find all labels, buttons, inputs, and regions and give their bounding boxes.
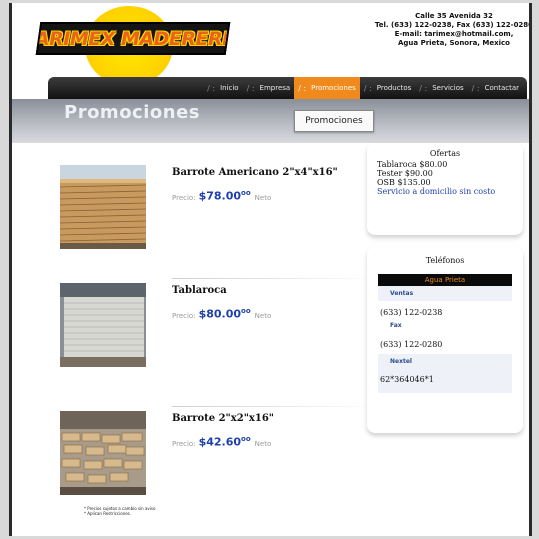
nav-label: Inicio <box>220 84 239 92</box>
price-suffix: Neto <box>254 193 272 202</box>
nav-separator-icon: / : <box>363 83 372 93</box>
contact-email: E-mail: tarimex@hotmail.com, <box>394 30 514 38</box>
price-value: $42.60oo <box>199 435 251 449</box>
price-value: $78.00oo <box>199 189 251 203</box>
nav-separator-icon: / : <box>207 83 216 93</box>
contact-city: Agua Prieta, Sonora, Mexico <box>398 39 510 47</box>
price-cents: oo <box>241 189 251 197</box>
divider <box>172 406 378 407</box>
nav-separator-icon: / : <box>471 83 480 93</box>
page-frame: TARIMEX MADERERIA Calle 35 Avenida 32 Te… <box>9 3 532 536</box>
nav-item-promociones[interactable]: / : Promociones <box>294 77 360 99</box>
telefonos-title: Teléfonos <box>425 256 465 265</box>
oferta-item: OSB $135.00 <box>377 178 431 187</box>
nav-label: Servicios <box>432 84 464 92</box>
logo-text: TARIMEX MADERERIA <box>35 27 231 50</box>
nav-item-empresa[interactable]: / : Empresa <box>243 77 295 99</box>
nav-item-productos[interactable]: / : Productos <box>360 77 415 99</box>
servicio-link[interactable]: Servicio a domicilio sin costo <box>377 187 523 196</box>
note-line: * Aplican Restricciones. <box>84 511 132 516</box>
tel-entry-nextel: Nextel 62*364046*1 <box>378 354 512 393</box>
price-amount: $42.60 <box>198 435 242 449</box>
price-label: Precio: <box>172 311 196 320</box>
nav-separator-icon: / : <box>246 83 255 93</box>
nav-separator-icon: / : <box>419 83 428 93</box>
contact-phone: Tel. (633) 122-0238, Fax (633) 122-0280 <box>374 21 532 29</box>
tel-label: Ventas <box>390 290 414 297</box>
ofertas-title: Ofertas <box>429 149 461 158</box>
tel-entry-fax: Fax (633) 122-0280 <box>378 322 512 354</box>
product-price: Precio: $80.00oo Neto <box>172 307 271 321</box>
product-name[interactable]: Barrote Americano 2"x4"x16" <box>172 167 338 178</box>
ofertas-box: Ofertas Tablaroca $80.00 Tester $90.00 O… <box>367 143 523 235</box>
promociones-tab[interactable]: Promociones <box>294 110 374 132</box>
tel-number[interactable]: (633) 122-0280 <box>378 333 512 354</box>
logo[interactable]: TARIMEX MADERERIA <box>35 22 231 55</box>
price-amount: $78.00 <box>198 189 242 203</box>
contact-address: Calle 35 Avenida 32 <box>415 12 493 20</box>
ofertas-list: Tablaroca $80.00 Tester $90.00 OSB $135.… <box>367 160 523 196</box>
price-cents: oo <box>241 435 251 443</box>
tel-label: Nextel <box>390 358 412 365</box>
nav-item-inicio[interactable]: / : Inicio <box>203 77 242 99</box>
page-title: Promociones <box>64 102 200 123</box>
price-amount: $80.00 <box>198 307 242 321</box>
divider <box>172 278 378 279</box>
tel-number[interactable]: 62*364046*1 <box>378 365 512 393</box>
region-header: Agua Prieta <box>378 274 512 286</box>
product-price: Precio: $42.60oo Neto <box>172 435 271 449</box>
oferta-item: Tablaroca $80.00 <box>377 160 448 169</box>
price-label: Precio: <box>172 439 196 448</box>
price-suffix: Neto <box>254 439 272 448</box>
nav-label: Promociones <box>311 84 356 92</box>
oferta-item: Tester $90.00 <box>377 169 433 178</box>
product-price: Precio: $78.00oo Neto <box>172 189 271 203</box>
price-suffix: Neto <box>254 311 272 320</box>
product-name[interactable]: Barrote 2"x2"x16" <box>172 413 274 424</box>
product-name[interactable]: Tablaroca <box>172 285 227 296</box>
price-cents: oo <box>241 307 251 315</box>
nav-label: Contactar <box>484 84 519 92</box>
main-nav: / : Inicio / : Empresa / : Promociones / : P… <box>48 77 527 99</box>
nav-item-servicios[interactable]: / : Servicios <box>415 77 467 99</box>
tel-label: Fax <box>390 322 402 329</box>
nav-item-contactar[interactable]: / : Contactar <box>468 77 523 99</box>
nav-label: Empresa <box>259 84 291 92</box>
tel-number[interactable]: (633) 122-0238 <box>378 301 512 322</box>
product-image-drywall[interactable] <box>60 283 146 367</box>
product-image-lumber-stack[interactable] <box>60 165 146 249</box>
product-image-boards[interactable] <box>60 411 146 495</box>
nav-label: Productos <box>376 84 412 92</box>
contact-info: Calle 35 Avenida 32 Tel. (633) 122-0238,… <box>374 12 532 48</box>
nav-separator-icon: / : <box>298 83 307 93</box>
tel-entry-ventas: Ventas (633) 122-0238 <box>378 286 512 322</box>
telefonos-box: Teléfonos Agua Prieta Ventas (633) 122-0… <box>367 247 523 433</box>
price-notes: * Precios sujetos a cambio sin aviso * A… <box>84 506 155 516</box>
header: TARIMEX MADERERIA Calle 35 Avenida 32 Te… <box>12 3 532 86</box>
price-label: Precio: <box>172 193 196 202</box>
price-value: $80.00oo <box>199 307 251 321</box>
page-banner: Promociones Promociones <box>12 99 529 143</box>
